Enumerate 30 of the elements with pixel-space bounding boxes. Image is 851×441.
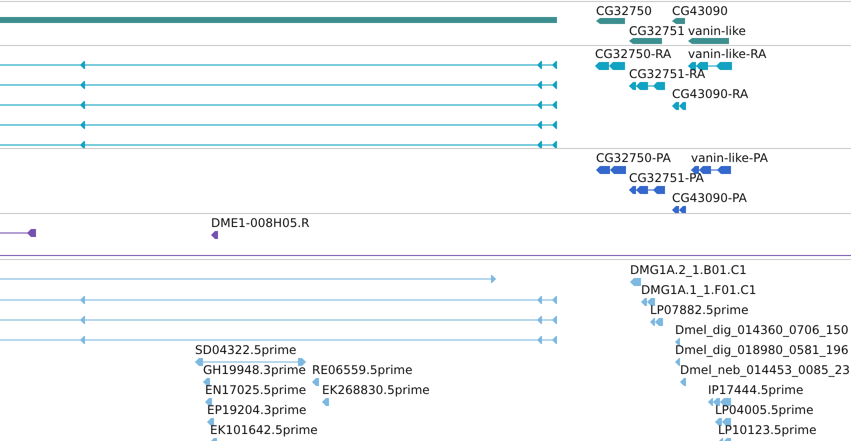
feature-label: RE06559.5prime xyxy=(312,363,412,377)
feature-label: CG32751 xyxy=(629,24,685,38)
feature-label: EK268830.5prime xyxy=(322,383,430,397)
feature-label: vanin-like-PA xyxy=(691,151,768,165)
feature-label: vanin-like xyxy=(688,24,746,38)
feature-label: CG32751-PA xyxy=(629,171,704,185)
feature-label: LP04005.5prime xyxy=(715,403,814,417)
feature-label: CG43090 xyxy=(672,4,728,18)
feature-label: DMG1A.1_1.F01.C1 xyxy=(641,283,756,297)
feature-label: IP17444.5prime xyxy=(708,383,804,397)
feature-label: CG43090-RA xyxy=(672,87,748,101)
feature-label: Dmel_neb_014453_0085_23 xyxy=(680,363,850,377)
feature-label: SD04322.5prime xyxy=(195,343,296,357)
feature-label: CG32751-RA xyxy=(629,67,706,81)
feature-label: CG32750-PA xyxy=(596,151,671,165)
feature-label: vanin-like-RA xyxy=(688,47,766,61)
feature-label: Dmel_dig_014360_0706_150 xyxy=(675,323,848,337)
feature-label: DME1-008H05.R xyxy=(211,216,310,230)
feature-label: CG32750 xyxy=(596,4,652,18)
feature-label: EK101642.5prime xyxy=(210,423,318,437)
feature-label: DMG1A.2_1.B01.C1 xyxy=(630,263,747,277)
feature-label: EP19204.3prime xyxy=(207,403,306,417)
feature-label: CG43090-PA xyxy=(672,191,747,205)
feature-line xyxy=(0,229,36,237)
feature-label: LP10123.5prime xyxy=(718,423,817,437)
feature-label: LP07882.5prime xyxy=(650,303,749,317)
feature-label: CG32750-RA xyxy=(595,47,672,61)
feature-label: GH19948.3prime xyxy=(203,363,306,377)
feature-label: Dmel_dig_018980_0581_196 xyxy=(675,343,848,357)
feature-label: EN17025.5prime xyxy=(205,383,306,397)
